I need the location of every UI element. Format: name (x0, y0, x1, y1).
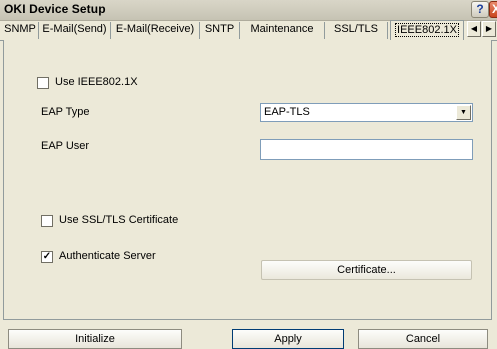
chevron-down-icon[interactable]: ▼ (456, 105, 471, 120)
use-ssl-cert-checkbox[interactable] (41, 215, 53, 227)
tab-ieee8021x[interactable]: IEEE802.1X (390, 20, 464, 41)
eap-user-input[interactable] (260, 139, 473, 160)
tab-label: E-Mail(Receive) (115, 23, 195, 35)
use-ieee8021x-checkbox[interactable] (37, 77, 49, 89)
use-ieee8021x-label: Use IEEE802.1X (55, 76, 138, 88)
ieee8021x-panel: Use IEEE802.1X EAP Type EAP-TLS ▼ EAP Us… (3, 40, 492, 320)
apply-button[interactable]: Apply (232, 329, 344, 349)
tab-label: IEEE802.1X (395, 23, 459, 37)
tab-sntp[interactable]: SNTP (200, 22, 240, 39)
eap-user-label: EAP User (41, 140, 90, 152)
eap-type-label: EAP Type (41, 106, 90, 118)
tab-label: SNTP (204, 23, 235, 35)
window-title: OKI Device Setup (4, 2, 106, 16)
close-button[interactable]: X (489, 1, 497, 18)
tab-scroll-left-button[interactable]: ◀ (467, 21, 481, 37)
oki-device-setup-window: OKI Device Setup ? X SNMP E-Mail(Send) E… (0, 0, 497, 349)
tab-label: SNMP (4, 23, 36, 35)
help-button[interactable]: ? (471, 1, 489, 18)
use-ssl-cert-label: Use SSL/TLS Certificate (59, 214, 179, 226)
initialize-button[interactable]: Initialize (8, 329, 182, 349)
title-bar[interactable]: OKI Device Setup ? X (0, 0, 497, 21)
tab-ssl-tls[interactable]: SSL/TLS (325, 22, 388, 39)
tab-strip: SNMP E-Mail(Send) E-Mail(Receive) SNTP M… (0, 20, 497, 41)
tab-scroll-arrows: ◀ ▶ (466, 20, 497, 38)
authenticate-server-checkbox[interactable]: ✓ (41, 251, 53, 263)
dialog-button-bar: Initialize Apply Cancel (0, 326, 497, 349)
tab-maintenance[interactable]: Maintenance (240, 22, 325, 39)
tab-label: SSL/TLS (333, 23, 379, 35)
tab-email-send[interactable]: E-Mail(Send) (39, 22, 111, 39)
eap-type-value: EAP-TLS (264, 106, 310, 118)
eap-type-select[interactable]: EAP-TLS ▼ (260, 103, 473, 122)
tab-label: E-Mail(Send) (42, 23, 107, 35)
cancel-button[interactable]: Cancel (358, 329, 488, 349)
tab-email-receive[interactable]: E-Mail(Receive) (111, 22, 200, 39)
tab-scroll-right-button[interactable]: ▶ (482, 21, 496, 37)
tab-label: Maintenance (250, 23, 314, 35)
authenticate-server-label: Authenticate Server (59, 250, 156, 262)
certificate-button[interactable]: Certificate... (261, 260, 472, 280)
tab-snmp[interactable]: SNMP (2, 22, 39, 39)
